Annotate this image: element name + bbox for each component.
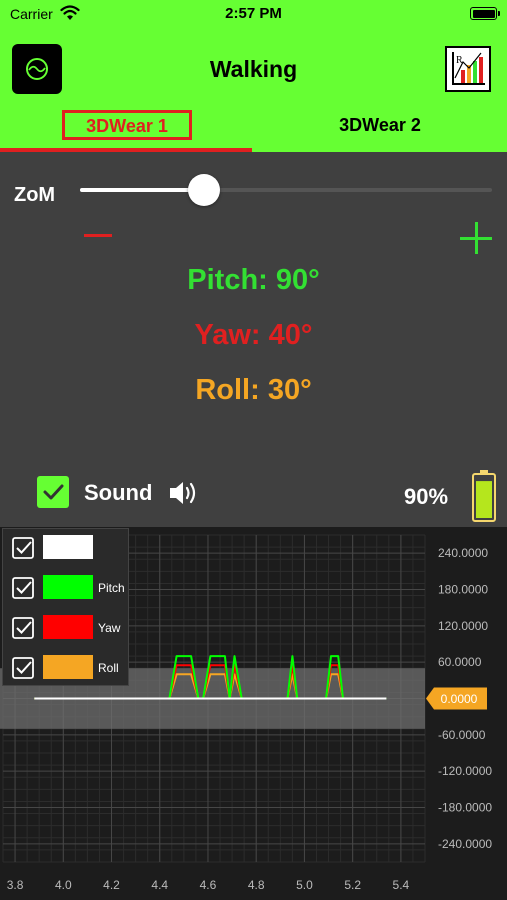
status-bar: Carrier 2:57 PM <box>0 0 507 30</box>
speaker-icon <box>170 482 196 504</box>
bar-chart-icon: R <box>452 52 485 85</box>
legend-swatch <box>43 535 93 559</box>
roll-reading: Roll: 30° <box>195 374 312 406</box>
y-tick-label: 60.0000 <box>438 655 482 669</box>
tab-3dwear-1[interactable]: 3DWear 1 <box>62 110 192 140</box>
y-tick-label: -60.0000 <box>438 728 486 742</box>
zoom-label: ZoM <box>14 184 56 206</box>
legend-label: Pitch <box>98 581 125 595</box>
legend-swatch <box>43 615 93 639</box>
x-tick-label: 5.4 <box>393 878 410 892</box>
legend-swatch <box>43 655 93 679</box>
legend-swatch <box>43 575 93 599</box>
nav-bar: Walking R 3DWear 1 3DWear 2 <box>0 30 507 152</box>
y-tick-label: 120.0000 <box>438 619 488 633</box>
checkbox-icon[interactable] <box>12 657 34 679</box>
device-battery-percent: 90% <box>404 484 449 509</box>
legend-label: Roll <box>98 661 119 675</box>
device-battery-icon <box>472 470 496 522</box>
legend-item-roll[interactable]: Roll <box>3 649 130 689</box>
y-tick-label: 240.0000 <box>438 546 488 560</box>
checkbox-icon[interactable] <box>12 577 34 599</box>
x-tick-label: 5.0 <box>296 878 313 892</box>
zoom-slider[interactable] <box>80 174 492 206</box>
zoom-in-button[interactable] <box>460 222 492 254</box>
x-tick-label: 4.6 <box>200 878 217 892</box>
current-value-label: 0.0000 <box>441 692 478 706</box>
x-tick-label: 5.2 <box>344 878 361 892</box>
x-tick-label: 4.0 <box>55 878 72 892</box>
legend-label: Yaw <box>98 621 121 635</box>
zoom-slider-thumb[interactable] <box>187 174 220 206</box>
zoom-out-button[interactable] <box>84 234 112 237</box>
sound-label: Sound <box>84 480 153 505</box>
y-tick-label: -120.0000 <box>438 764 492 778</box>
x-tick-label: 4.4 <box>151 878 168 892</box>
svg-text:R: R <box>456 55 463 66</box>
checkmark-icon <box>43 484 64 500</box>
x-tick-label: 4.8 <box>248 878 265 892</box>
x-tick-label: 3.8 <box>7 878 24 892</box>
y-tick-label: -180.0000 <box>438 801 492 815</box>
y-tick-label: 180.0000 <box>438 583 488 597</box>
x-tick-label: 4.2 <box>103 878 120 892</box>
legend-item-yaw[interactable]: Yaw <box>3 609 130 649</box>
legend-item-pitch[interactable]: Pitch <box>3 569 130 609</box>
control-panel: ZoM Pitch: 90° Yaw: 40° Roll: 30° Sound … <box>0 152 507 527</box>
status-time: 2:57 PM <box>225 5 282 22</box>
phone-battery-icon <box>470 7 500 20</box>
tab-3dwear-2[interactable]: 3DWear 2 <box>310 110 450 140</box>
sound-checkbox[interactable] <box>37 476 69 508</box>
pitch-reading: Pitch: 90° <box>187 264 320 296</box>
chart-legend: Pitch Yaw Roll <box>2 528 129 686</box>
chart-report-icon[interactable]: R <box>445 46 491 92</box>
zoom-slider-fill <box>80 188 204 192</box>
checkbox-icon[interactable] <box>12 537 34 559</box>
y-tick-label: -240.0000 <box>438 837 492 851</box>
legend-item-series1[interactable] <box>3 529 130 569</box>
checkbox-icon[interactable] <box>12 617 34 639</box>
yaw-reading: Yaw: 40° <box>194 319 313 351</box>
page-title: Walking <box>209 56 298 82</box>
